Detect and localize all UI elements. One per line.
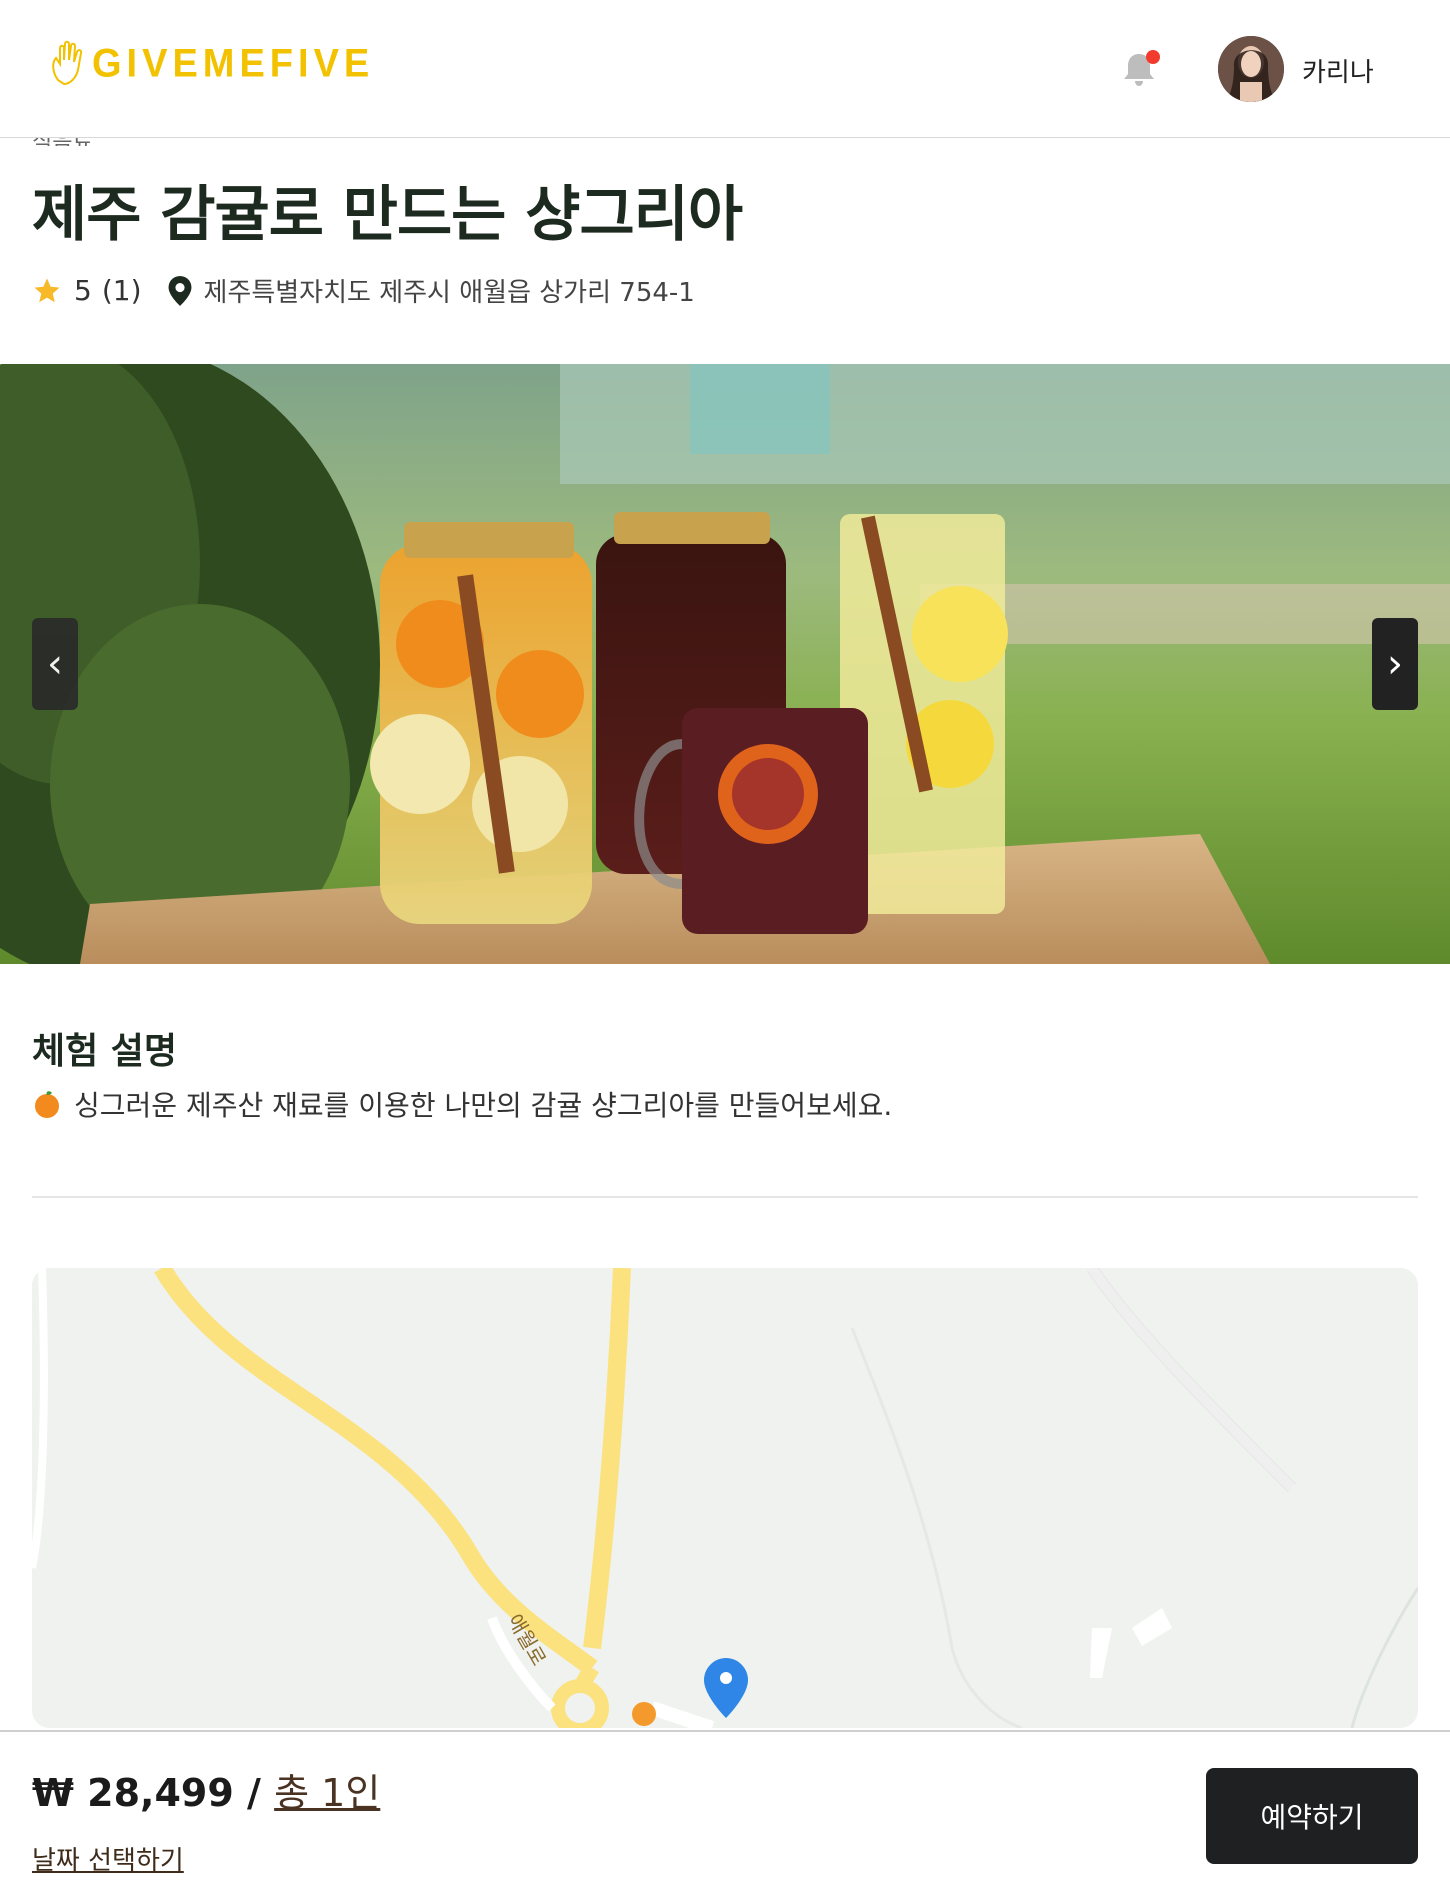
hand-logo-icon xyxy=(52,40,83,86)
book-button[interactable]: 예약하기 xyxy=(1206,1768,1418,1864)
tangerine-icon xyxy=(35,1091,59,1118)
people-count-link[interactable]: 총 1인 xyxy=(274,1771,380,1815)
carousel-next-button[interactable]: › xyxy=(1372,618,1418,710)
booking-bar: ₩ 28,499 / 총 1인 날짜 선택하기 예약하기 xyxy=(0,1730,1450,1894)
location-map[interactable]: 애월로 xyxy=(32,1268,1418,1728)
location-pin-icon xyxy=(168,275,191,306)
avatar-image xyxy=(1218,36,1284,102)
star-icon xyxy=(34,278,60,302)
description-text: 싱그러운 제주산 재료를 이용한 나만의 감귤 샹그리아를 만들어보세요. xyxy=(74,1089,893,1122)
page-title: 제주 감귤로 만드는 샹그리아 xyxy=(32,180,743,250)
price-value: ₩ 28,499 / xyxy=(32,1771,275,1815)
description-row: 싱그러운 제주산 재료를 이용한 나만의 감귤 샹그리아를 만들어보세요. xyxy=(32,1084,892,1124)
top-header: GIVEMEFIVE 카리나 xyxy=(0,0,1450,138)
logo[interactable]: GIVEMEFIVE xyxy=(48,40,374,88)
notification-dot xyxy=(1146,50,1160,64)
description-heading: 체험 설명 xyxy=(32,1031,178,1072)
username[interactable]: 카리나 xyxy=(1302,52,1374,89)
section-divider xyxy=(32,1196,1418,1198)
sangria-photo xyxy=(0,364,1450,964)
date-select-link[interactable]: 날짜 선택하기 xyxy=(32,1840,184,1877)
product-photo xyxy=(0,364,1450,964)
price-row: ₩ 28,499 / 총 1인 xyxy=(32,1762,380,1817)
product-meta: 5 (1) 제주특별자치도 제주시 애월읍 상가리 754-1 xyxy=(32,272,695,309)
rating-value: 5 xyxy=(74,274,92,307)
logo-text: GIVEMEFIVE xyxy=(92,41,375,86)
review-count[interactable]: (1) xyxy=(102,274,142,307)
avatar[interactable] xyxy=(1218,36,1284,102)
address-text: 제주특별자치도 제주시 애월읍 상가리 754-1 xyxy=(203,278,695,308)
carousel-prev-button[interactable]: ‹ xyxy=(32,618,78,710)
map-canvas: 애월로 xyxy=(32,1268,1418,1728)
